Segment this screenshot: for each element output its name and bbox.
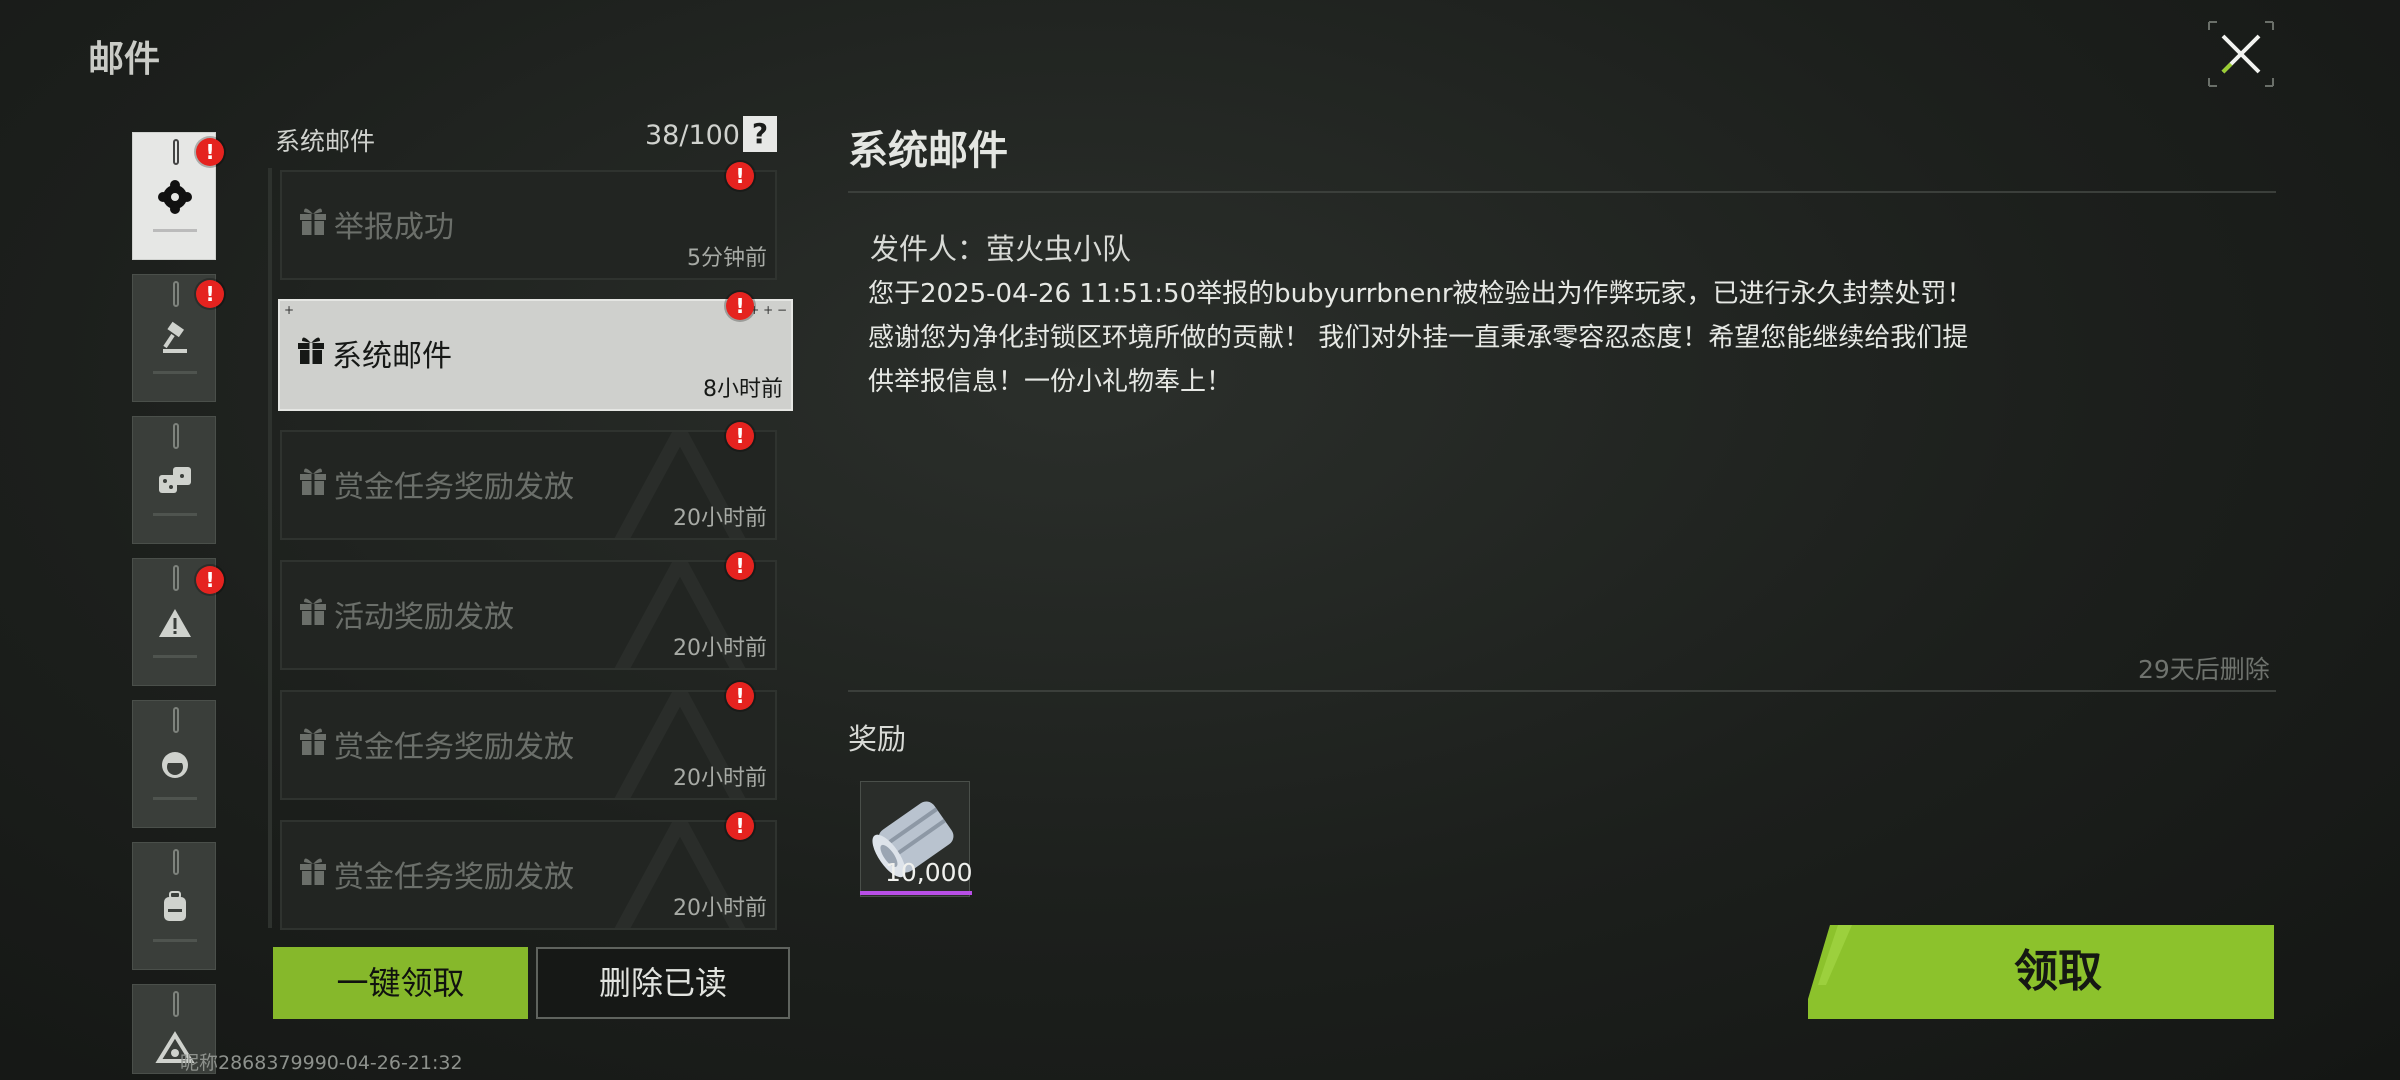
gift-icon [300, 598, 326, 625]
category-character[interactable] [132, 700, 216, 828]
mail-item[interactable]: 赏金任务奖励发放 20小时前 [280, 430, 777, 540]
unread-badge: ! [726, 552, 754, 580]
player-id-label: 昵称2868379990-04-26-21:32 [180, 1052, 463, 1074]
mail-item-title: 赏金任务奖励发放 [334, 860, 574, 895]
gear-icon [158, 180, 192, 214]
category-badge: ! [196, 566, 224, 594]
gift-icon [300, 728, 326, 755]
mail-item-title: 活动奖励发放 [334, 600, 514, 635]
gavel-icon [163, 321, 187, 353]
mail-sender: 发件人：萤火虫小队 [870, 232, 1132, 266]
unread-badge: ! [726, 682, 754, 710]
mail-item-time: 5分钟前 [687, 246, 767, 271]
mail-item-time: 20小时前 [673, 506, 767, 531]
claim-all-button[interactable]: 一键领取 [273, 947, 528, 1019]
mail-item[interactable]: 活动奖励发放 20小时前 [280, 560, 777, 670]
delete-read-button[interactable]: 删除已读 [536, 947, 790, 1019]
mail-item-time: 20小时前 [673, 896, 767, 921]
category-badge: ! [196, 280, 224, 308]
rarity-bar [860, 891, 972, 895]
mail-item-time: 8小时前 [703, 377, 783, 402]
divider [848, 690, 2276, 692]
gift-icon [300, 208, 326, 235]
mail-item-title: 系统邮件 [332, 339, 452, 374]
mail-item-selected[interactable]: + + + − 系统邮件 8小时前 [278, 299, 793, 411]
character-icon [162, 752, 188, 778]
unread-badge: ! [726, 292, 754, 320]
category-backpack[interactable] [132, 842, 216, 970]
gift-icon [298, 337, 324, 364]
category-badge: ! [196, 138, 224, 166]
divider [848, 191, 2276, 193]
mail-detail-title: 系统邮件 [848, 128, 1008, 174]
mail-list-title: 系统邮件 [275, 127, 376, 156]
mail-expire: 29天后删除 [2138, 655, 2270, 684]
unread-badge: ! [726, 162, 754, 190]
close-button[interactable] [2205, 18, 2277, 90]
claim-button-label: 领取 [2014, 946, 2102, 997]
help-button[interactable]: ? [743, 116, 777, 152]
category-bounty[interactable] [132, 416, 216, 544]
unread-badge: ! [726, 422, 754, 450]
gift-icon [300, 468, 326, 495]
gift-icon [300, 858, 326, 885]
mail-item[interactable]: 举报成功 5分钟前 [280, 170, 777, 280]
reward-label: 奖励 [848, 722, 907, 756]
unread-badge: ! [726, 812, 754, 840]
dice-icon [159, 467, 191, 493]
close-icon [2208, 21, 2274, 87]
page-title: 邮件 [88, 39, 161, 80]
mail-item-title: 举报成功 [334, 210, 454, 245]
mail-count: 38/100 [645, 120, 740, 151]
mail-item[interactable]: 赏金任务奖励发放 20小时前 [280, 820, 777, 930]
mail-list-scrollbar[interactable] [268, 168, 272, 928]
mail-item-time: 20小时前 [673, 636, 767, 661]
mail-item-time: 20小时前 [673, 766, 767, 791]
backpack-icon [164, 891, 186, 921]
reward-quantity: 10,000 [885, 858, 973, 887]
warning-icon [159, 609, 191, 637]
mail-body: 您于2025-04-26 11:51:50举报的bubyurrbnenr被检验出… [868, 279, 1973, 397]
mail-item[interactable]: 赏金任务奖励发放 20小时前 [280, 690, 777, 800]
mail-item-title: 赏金任务奖励发放 [334, 470, 574, 505]
mail-item-title: 赏金任务奖励发放 [334, 730, 574, 765]
